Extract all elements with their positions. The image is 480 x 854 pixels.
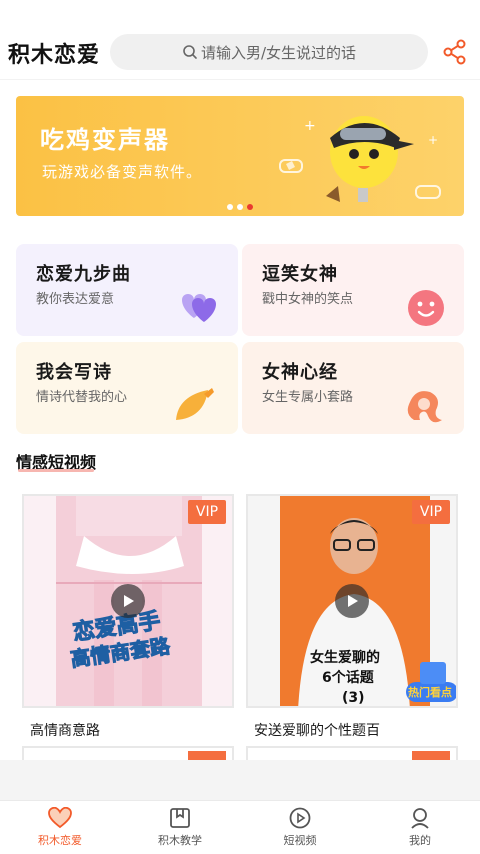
banner-subtitle: 玩游戏必备变声软件。 bbox=[42, 163, 203, 181]
card-goddess-secrets[interactable]: 女神心经 女生专属小套路 bbox=[242, 342, 464, 434]
mascot-microphone-icon: + + bbox=[279, 116, 441, 202]
video-overlay-text-3: (3) bbox=[342, 690, 365, 706]
tab-short-video[interactable]: 短视频 bbox=[240, 801, 360, 854]
card-make-her-laugh[interactable]: 逗笑女神 戳中女神的笑点 bbox=[242, 244, 464, 336]
woman-icon bbox=[407, 391, 442, 423]
video-card-peek[interactable] bbox=[22, 746, 234, 760]
play-icon[interactable] bbox=[111, 584, 145, 618]
card-title: 逗笑女神 bbox=[262, 264, 338, 285]
play-icon[interactable] bbox=[335, 584, 369, 618]
search-icon bbox=[183, 45, 197, 59]
tab-label: 积木恋爱 bbox=[38, 834, 82, 847]
tab-home[interactable]: 积木恋爱 bbox=[0, 801, 120, 854]
section-underline bbox=[18, 469, 94, 472]
leaf-icon bbox=[176, 388, 214, 420]
pagination-dot[interactable] bbox=[227, 204, 233, 210]
heart-icon bbox=[48, 807, 72, 829]
search-placeholder: 请输入男/女生说过的话 bbox=[200, 43, 357, 62]
promo-banner[interactable]: 吃鸡变声器 玩游戏必备变声软件。 + + bbox=[16, 96, 464, 216]
bottom-tab-bar: 积木恋爱 积木教学 短视频 我的 bbox=[0, 800, 480, 854]
video-overlay-text-2: 6个话题 bbox=[322, 669, 375, 686]
card-subtitle: 戳中女神的笑点 bbox=[262, 292, 354, 307]
smiley-icon bbox=[408, 290, 444, 326]
tab-profile[interactable]: 我的 bbox=[360, 801, 480, 854]
video-overlay-text-1: 女生爱聊的 bbox=[310, 649, 380, 666]
video-title[interactable]: 安送爱聊的个性题百 bbox=[254, 720, 380, 740]
app-title: 积木恋爱 bbox=[8, 43, 101, 68]
svg-text:+: + bbox=[428, 133, 438, 147]
vip-badge: VIP bbox=[188, 500, 226, 524]
bookmark-icon bbox=[170, 808, 190, 828]
share-icon[interactable] bbox=[441, 38, 469, 66]
video-title[interactable]: 高情商意路 bbox=[30, 720, 100, 740]
vip-badge bbox=[188, 751, 226, 760]
card-title: 女神心经 bbox=[262, 362, 338, 383]
banner-title: 吃鸡变声器 bbox=[40, 126, 170, 154]
card-title: 我会写诗 bbox=[36, 362, 112, 383]
video-card[interactable]: 恋爱高手 高情商套路 VIP bbox=[22, 494, 234, 708]
pagination-dot-active[interactable] bbox=[247, 204, 253, 210]
card-title: 恋爱九步曲 bbox=[36, 264, 131, 285]
content-fade bbox=[0, 760, 480, 800]
tab-label: 积木教学 bbox=[158, 834, 202, 847]
vip-badge bbox=[412, 751, 450, 760]
play-circle-icon bbox=[289, 807, 311, 829]
video-card-peek[interactable] bbox=[246, 746, 458, 760]
header: 积木恋爱 请输入男/女生说过的话 bbox=[0, 0, 480, 80]
hot-sticker-text: 热门看点 bbox=[408, 685, 452, 699]
svg-text:+: + bbox=[304, 118, 316, 134]
tab-teaching[interactable]: 积木教学 bbox=[120, 801, 240, 854]
card-subtitle: 情诗代替我的心 bbox=[36, 390, 128, 405]
search-bar[interactable]: 请输入男/女生说过的话 bbox=[110, 34, 428, 70]
banner-pagination bbox=[227, 204, 253, 210]
card-subtitle: 女生专属小套路 bbox=[262, 390, 354, 405]
hearts-icon bbox=[182, 294, 216, 322]
card-love-steps[interactable]: 恋爱九步曲 教你表达爱意 bbox=[16, 244, 238, 336]
person-icon bbox=[411, 808, 429, 829]
pagination-dot[interactable] bbox=[237, 204, 243, 210]
vip-badge: VIP bbox=[412, 500, 450, 524]
card-write-poems[interactable]: 我会写诗 情诗代替我的心 bbox=[16, 342, 238, 434]
video-card[interactable]: 女生爱聊的 6个话题 (3) 热门看点 VIP bbox=[246, 494, 458, 708]
card-subtitle: 教你表达爱意 bbox=[36, 292, 115, 307]
tab-label: 短视频 bbox=[283, 834, 317, 847]
tab-label: 我的 bbox=[409, 834, 431, 847]
